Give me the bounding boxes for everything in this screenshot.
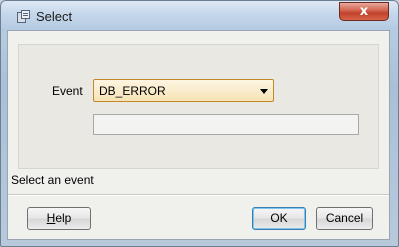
- help-label-rest: elp: [55, 211, 72, 225]
- footer-divider: [8, 194, 389, 196]
- form-panel: [18, 44, 379, 169]
- ok-button[interactable]: OK: [252, 207, 306, 230]
- close-button[interactable]: x: [339, 2, 389, 21]
- chevron-down-icon[interactable]: [260, 89, 268, 94]
- dialog-title: Select: [36, 9, 73, 24]
- close-icon: x: [359, 4, 369, 19]
- status-message: Select an event: [11, 173, 94, 187]
- select-dialog-icon: [17, 10, 30, 23]
- event-dropdown-value: DB_ERROR: [99, 84, 166, 98]
- event-label: Event: [52, 84, 83, 98]
- event-description-field: [93, 114, 359, 135]
- cancel-button[interactable]: Cancel: [316, 207, 373, 230]
- help-button[interactable]: Help: [27, 207, 91, 230]
- event-dropdown[interactable]: DB_ERROR: [93, 79, 274, 102]
- title-bar[interactable]: Select x: [1, 1, 398, 31]
